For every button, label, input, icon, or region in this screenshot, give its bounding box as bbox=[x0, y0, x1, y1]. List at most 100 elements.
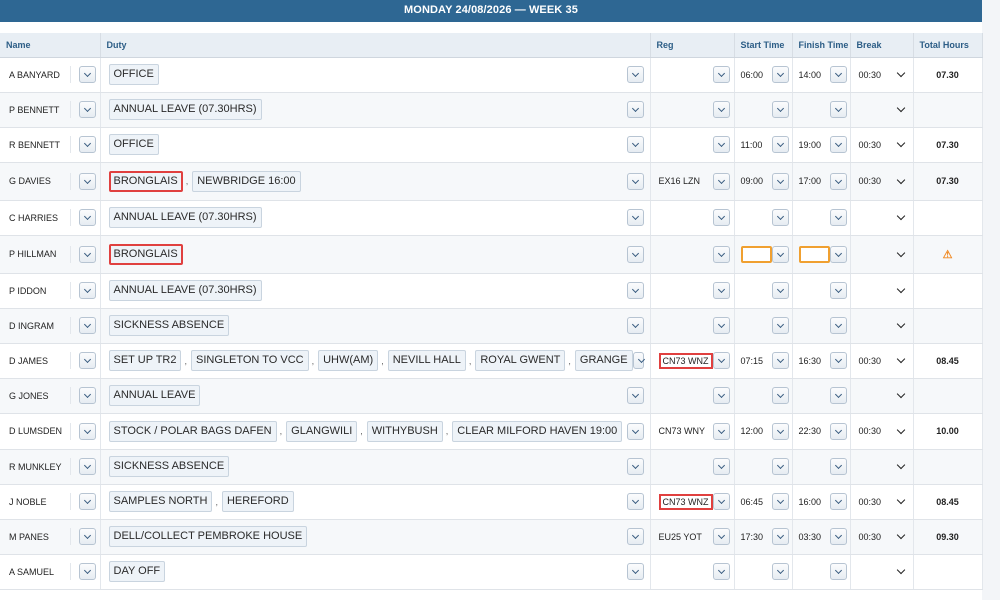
finish-time-input[interactable] bbox=[798, 245, 830, 263]
chevron-down-icon[interactable] bbox=[896, 103, 905, 113]
start-time-dropdown[interactable] bbox=[771, 458, 789, 475]
reg-dropdown[interactable] bbox=[712, 352, 730, 369]
duty-dropdown[interactable] bbox=[626, 172, 644, 190]
duty-tag[interactable]: DELL/COLLECT PEMBROKE HOUSE bbox=[108, 526, 308, 547]
start-time-dropdown[interactable] bbox=[771, 387, 789, 404]
staff-select-dropdown[interactable] bbox=[78, 493, 96, 510]
duty-dropdown[interactable] bbox=[626, 563, 644, 580]
duty-tag[interactable]: ANNUAL LEAVE (07.30HRS) bbox=[108, 99, 262, 120]
finish-time-value[interactable]: 03:30 bbox=[799, 532, 822, 542]
start-time-dropdown[interactable] bbox=[771, 563, 789, 580]
duty-tag[interactable]: HEREFORD bbox=[221, 491, 294, 512]
duty-dropdown[interactable] bbox=[626, 387, 644, 404]
start-time-dropdown[interactable] bbox=[771, 282, 789, 299]
duty-tag[interactable]: ROYAL GWENT bbox=[475, 350, 566, 371]
duty-dropdown[interactable] bbox=[626, 493, 644, 510]
start-time-dropdown[interactable] bbox=[771, 101, 789, 118]
duty-tag[interactable]: BRONGLAIS bbox=[108, 243, 183, 265]
finish-time-dropdown[interactable] bbox=[829, 352, 847, 369]
duty-dropdown[interactable] bbox=[626, 101, 644, 118]
staff-select-dropdown[interactable] bbox=[78, 66, 96, 83]
staff-select-dropdown[interactable] bbox=[78, 245, 96, 263]
finish-time-dropdown[interactable] bbox=[829, 317, 847, 334]
reg-dropdown[interactable] bbox=[712, 209, 730, 226]
start-time-dropdown[interactable] bbox=[771, 209, 789, 226]
start-time-dropdown[interactable] bbox=[771, 352, 789, 369]
reg-dropdown[interactable] bbox=[712, 101, 730, 118]
duty-dropdown[interactable] bbox=[626, 209, 644, 226]
reg-dropdown[interactable] bbox=[712, 317, 730, 334]
start-time-dropdown[interactable] bbox=[771, 136, 789, 153]
chevron-down-icon[interactable] bbox=[896, 495, 905, 505]
finish-time-dropdown[interactable] bbox=[829, 172, 847, 190]
finish-time-value[interactable]: 19:00 bbox=[799, 140, 822, 150]
duty-tag[interactable]: NEWBRIDGE 16:00 bbox=[192, 170, 301, 192]
staff-select-dropdown[interactable] bbox=[78, 172, 96, 190]
start-time-value[interactable]: 06:45 bbox=[741, 497, 764, 507]
duty-tag[interactable]: SAMPLES NORTH bbox=[108, 491, 213, 512]
duty-dropdown[interactable] bbox=[626, 66, 644, 83]
staff-select-dropdown[interactable] bbox=[78, 563, 96, 580]
duty-tag[interactable]: GRANGE bbox=[574, 350, 633, 371]
duty-tag[interactable]: OFFICE bbox=[108, 64, 159, 85]
start-time-value[interactable]: 17:30 bbox=[741, 532, 764, 542]
duty-dropdown[interactable] bbox=[626, 422, 644, 440]
duty-tag[interactable]: ANNUAL LEAVE (07.30HRS) bbox=[108, 280, 262, 301]
staff-select-dropdown[interactable] bbox=[78, 317, 96, 334]
start-time-dropdown[interactable] bbox=[771, 172, 789, 190]
duty-tag[interactable]: SINGLETON TO VCC bbox=[191, 350, 309, 371]
duty-tag[interactable]: SICKNESS ABSENCE bbox=[108, 456, 230, 477]
chevron-down-icon[interactable] bbox=[896, 530, 905, 540]
start-time-dropdown[interactable] bbox=[771, 317, 789, 334]
finish-time-value[interactable]: 16:30 bbox=[799, 356, 822, 366]
start-time-value[interactable]: 09:00 bbox=[741, 176, 764, 186]
start-time-dropdown[interactable] bbox=[771, 422, 789, 440]
duty-tag[interactable]: ANNUAL LEAVE (07.30HRS) bbox=[108, 207, 262, 228]
finish-time-dropdown[interactable] bbox=[829, 493, 847, 510]
staff-select-dropdown[interactable] bbox=[78, 528, 96, 545]
start-time-value[interactable]: 07:15 bbox=[741, 356, 764, 366]
break-value[interactable]: 00:30 bbox=[859, 356, 882, 366]
start-time-input[interactable] bbox=[740, 245, 772, 263]
staff-select-dropdown[interactable] bbox=[78, 422, 96, 440]
chevron-down-icon[interactable] bbox=[896, 211, 905, 221]
start-time-value[interactable]: 11:00 bbox=[741, 140, 763, 150]
duty-dropdown[interactable] bbox=[626, 528, 644, 545]
duty-tag[interactable]: ANNUAL LEAVE bbox=[108, 385, 201, 406]
duty-dropdown[interactable] bbox=[626, 282, 644, 299]
duty-tag[interactable]: SET UP TR2 bbox=[108, 350, 182, 371]
chevron-down-icon[interactable] bbox=[896, 565, 905, 575]
reg-dropdown[interactable] bbox=[712, 493, 730, 510]
duty-dropdown[interactable] bbox=[632, 352, 644, 369]
chevron-down-icon[interactable] bbox=[896, 68, 905, 78]
duty-tag[interactable]: GLANGWILI bbox=[286, 420, 358, 442]
staff-select-dropdown[interactable] bbox=[78, 209, 96, 226]
chevron-down-icon[interactable] bbox=[896, 175, 905, 184]
finish-time-value[interactable]: 17:00 bbox=[799, 176, 822, 186]
chevron-down-icon[interactable] bbox=[896, 284, 905, 294]
duty-tag[interactable]: DAY OFF bbox=[108, 561, 166, 582]
reg-dropdown[interactable] bbox=[712, 387, 730, 404]
chevron-down-icon[interactable] bbox=[896, 460, 905, 470]
reg-dropdown[interactable] bbox=[712, 528, 730, 545]
reg-dropdown[interactable] bbox=[712, 563, 730, 580]
chevron-down-icon[interactable] bbox=[896, 319, 905, 329]
start-time-dropdown[interactable] bbox=[771, 66, 789, 83]
duty-dropdown[interactable] bbox=[626, 458, 644, 475]
finish-time-dropdown[interactable] bbox=[829, 458, 847, 475]
chevron-down-icon[interactable] bbox=[896, 138, 905, 148]
reg-dropdown[interactable] bbox=[712, 136, 730, 153]
staff-select-dropdown[interactable] bbox=[78, 387, 96, 404]
reg-dropdown[interactable] bbox=[712, 66, 730, 83]
reg-dropdown[interactable] bbox=[712, 245, 730, 263]
duty-tag[interactable]: CLEAR MILFORD HAVEN 19:00 bbox=[452, 420, 623, 442]
break-value[interactable]: 00:30 bbox=[859, 140, 882, 150]
break-value[interactable]: 00:30 bbox=[859, 70, 882, 80]
staff-select-dropdown[interactable] bbox=[78, 458, 96, 475]
finish-time-dropdown[interactable] bbox=[829, 528, 847, 545]
finish-time-dropdown[interactable] bbox=[829, 209, 847, 226]
finish-time-dropdown[interactable] bbox=[829, 136, 847, 153]
chevron-down-icon[interactable] bbox=[896, 425, 905, 434]
finish-time-value[interactable]: 22:30 bbox=[799, 426, 822, 436]
break-value[interactable]: 00:30 bbox=[859, 176, 882, 186]
